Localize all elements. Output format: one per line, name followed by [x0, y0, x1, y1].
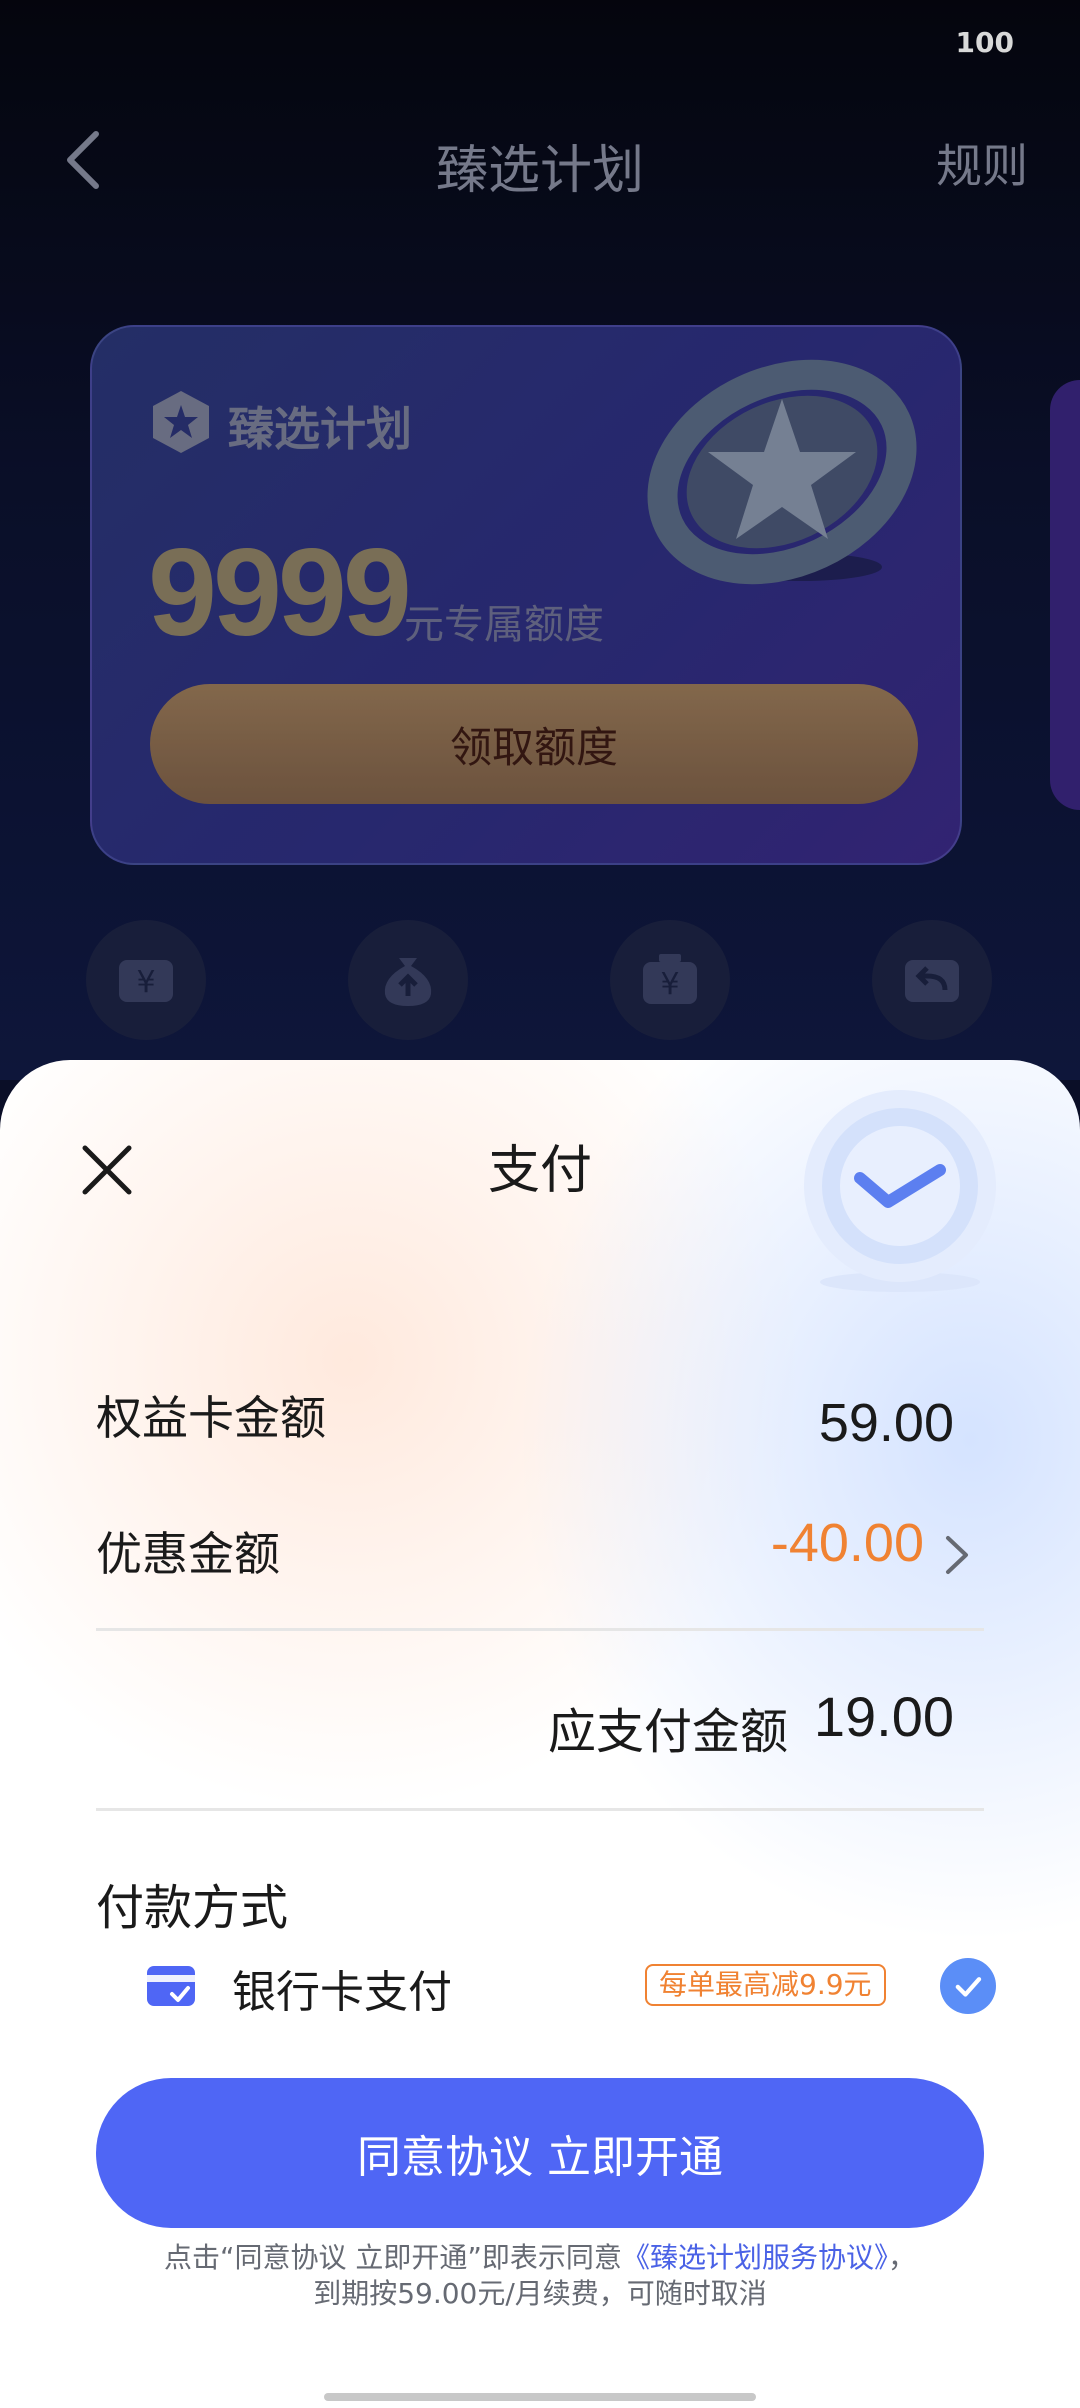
- amount-due-value: 19.00: [813, 1685, 954, 1748]
- payment-method-label: 银行卡支付: [232, 1967, 452, 2018]
- background-page: 100 臻选计划 规则 臻选计划 9999 元专属额度 领取额度 ¥ ¥: [0, 0, 1080, 1080]
- discount-label: 优惠金额: [96, 1527, 280, 1581]
- divider: [96, 1808, 984, 1811]
- amount-due-label: 应支付金额: [547, 1704, 788, 1760]
- agreement-note-prefix: 点击“同意协议 立即开通”即表示同意: [164, 2241, 622, 2274]
- discount-value[interactable]: -40.00: [771, 1512, 924, 1574]
- payment-method-heading: 付款方式: [96, 1880, 289, 1936]
- card-amount-label: 权益卡金额: [96, 1391, 326, 1445]
- card-amount-value: 59.00: [818, 1393, 954, 1453]
- agreement-note: 点击“同意协议 立即开通”即表示同意《臻选计划服务协议》， 到期按59.00元/…: [60, 2240, 1020, 2312]
- payment-method-bank-card[interactable]: 银行卡支付 每单最高减9.9元: [0, 1940, 1080, 2050]
- home-indicator[interactable]: [324, 2393, 756, 2401]
- check-medal-icon: [792, 1082, 1008, 1298]
- agreement-note-separator: ，: [887, 2241, 916, 2274]
- agreement-note-suffix: 到期按59.00元/月续费，可随时取消: [313, 2277, 767, 2310]
- payment-sheet: 支付 权益卡金额 59.00 优惠金额 -40.00 应支付金额 19.00 付…: [0, 1060, 1080, 2408]
- chevron-right-icon[interactable]: [942, 1530, 972, 1580]
- check-icon[interactable]: [940, 1958, 996, 2014]
- promo-badge: 每单最高减9.9元: [645, 1964, 886, 2006]
- bank-card-icon: [146, 1964, 196, 2008]
- service-agreement-link[interactable]: 《臻选计划服务协议》: [622, 2241, 888, 2274]
- divider: [96, 1628, 984, 1631]
- modal-backdrop[interactable]: [0, 0, 1080, 1080]
- agree-and-activate-button[interactable]: 同意协议 立即开通: [96, 2078, 984, 2228]
